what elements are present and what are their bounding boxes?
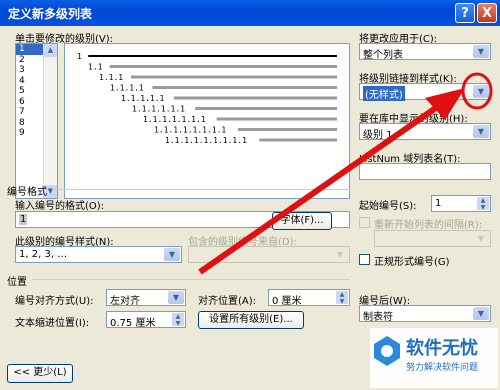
preview-level-label: 1.1.1.1.1 <box>121 94 165 103</box>
gallery-level-combo[interactable]: 级别 1 ▼ <box>359 123 491 141</box>
chevron-down-icon[interactable]: ▼ <box>473 125 489 138</box>
number-style-value: 1, 2, 3, … <box>19 249 68 260</box>
restart-list-label: 重新开始列表的间隔(R): <box>374 220 483 231</box>
logo-icon <box>374 336 400 366</box>
level-list-scrollbar[interactable]: ▲ ▼ <box>43 44 57 198</box>
alignment-label: 编号对齐方式(U): <box>15 296 94 307</box>
apply-to-value: 整个列表 <box>363 50 403 61</box>
legal-style-label: 正规形式编号(G) <box>374 257 450 268</box>
preview-level-label: 1.1.1 <box>99 73 123 82</box>
watermark-subtitle: 努力解决软件问题 <box>406 363 479 373</box>
indent-at-spinner[interactable]: 0.75 厘米 ▲ ▼ <box>106 311 186 329</box>
alignment-combo[interactable]: 左对齐 ▼ <box>106 289 186 307</box>
preview-level-label: 1.1 <box>88 63 103 72</box>
align-at-value: 0 厘米 <box>272 296 302 307</box>
chevron-down-icon[interactable]: ▼ <box>473 85 489 98</box>
chevron-down-icon: ▼ <box>332 248 348 261</box>
preview-graphic: 11.11.1.11.1.1.11.1.1.1.11.1.1.1.1.11.1.… <box>77 52 337 145</box>
help-button[interactable]: ? <box>455 3 475 23</box>
chevron-down-icon[interactable]: ▼ <box>473 45 489 58</box>
legal-style-checkbox[interactable] <box>359 254 370 265</box>
section-divider <box>32 279 350 280</box>
preview-level-label: 1.1.1.1 <box>110 84 144 93</box>
spinner-arrows-icon[interactable]: ▲ ▼ <box>172 313 184 326</box>
chevron-down-icon[interactable]: ▼ <box>164 248 180 261</box>
spinner-arrows-icon[interactable]: ▲ ▼ <box>336 291 348 304</box>
start-at-spinner[interactable]: 1 ▲ ▼ <box>431 195 491 212</box>
font-button[interactable]: 字体(F)... <box>272 212 332 230</box>
dialog-window: 定义新多级列表 ? X 单击要修改的级别(V): 123456789 ▲ ▼ 1… <box>0 0 500 390</box>
alignment-value: 左对齐 <box>110 296 140 307</box>
dialog-title: 定义新多级列表 <box>8 7 93 21</box>
watermark: 软件无忧 努力解决软件问题 <box>370 328 498 388</box>
level-list[interactable]: 123456789 ▲ ▼ <box>15 43 58 199</box>
link-style-value: (无样式) <box>363 86 405 101</box>
include-level-combo: ▼ <box>188 246 350 263</box>
follow-with-combo[interactable]: 制表符 ▼ <box>359 305 491 323</box>
section-divider <box>52 189 350 190</box>
restart-list-combo: ▼ <box>374 230 491 247</box>
preview-level-label: 1.1.1.1.1.1.1.1.1 <box>165 136 247 145</box>
watermark-title: 软件无忧 <box>406 338 478 359</box>
apply-to-combo[interactable]: 整个列表 ▼ <box>359 43 491 61</box>
align-at-spinner[interactable]: 0 厘米 ▲ ▼ <box>268 289 350 307</box>
close-button[interactable]: X <box>477 3 497 23</box>
less-button[interactable]: << 更少(L) <box>7 364 73 383</box>
chevron-down-icon[interactable]: ▼ <box>168 291 184 304</box>
chevron-down-icon[interactable]: ▼ <box>473 307 489 320</box>
start-at-label: 起始编号(S): <box>359 201 417 212</box>
number-style-combo[interactable]: 1, 2, 3, … ▼ <box>15 246 182 263</box>
set-all-levels-button[interactable]: 设置所有级别(E)... <box>198 311 304 329</box>
list-preview: 1 1.1 1.1.1 1.1.1.1 1.1.1.1.1 1.1.1.1.1.1 1.1.… <box>64 43 350 199</box>
chevron-down-icon: ▼ <box>473 232 489 245</box>
indent-at-label: 文本缩进位置(I): <box>15 318 90 329</box>
preview-level-label: 1 <box>77 52 82 61</box>
enter-format-value: 1 <box>19 214 28 225</box>
preview-level-label: 1.1.1.1.1.1.1 <box>143 115 206 124</box>
start-at-value: 1 <box>435 198 442 209</box>
title-bar[interactable]: 定义新多级列表 ? X <box>0 0 500 26</box>
listnum-input[interactable] <box>359 163 491 180</box>
preview-level-label: 1.1.1.1.1.1.1.1 <box>154 126 226 135</box>
gallery-level-value: 级别 1 <box>363 130 393 141</box>
spinner-arrows-icon[interactable]: ▲ ▼ <box>477 197 489 210</box>
follow-with-value: 制表符 <box>363 312 393 323</box>
enter-format-label: 输入编号的格式(O): <box>15 201 105 212</box>
restart-list-checkbox <box>359 217 370 228</box>
position-section-title: 位置 <box>7 277 27 288</box>
link-style-combo[interactable]: (无样式) ▼ <box>359 83 491 101</box>
align-at-label: 对齐位置(A): <box>198 296 257 307</box>
number-format-section-title: 编号格式 <box>7 187 47 198</box>
scroll-up-icon[interactable]: ▲ <box>44 44 57 57</box>
preview-level-label: 1.1.1.1.1.1 <box>132 105 185 114</box>
indent-at-value: 0.75 厘米 <box>110 318 156 329</box>
